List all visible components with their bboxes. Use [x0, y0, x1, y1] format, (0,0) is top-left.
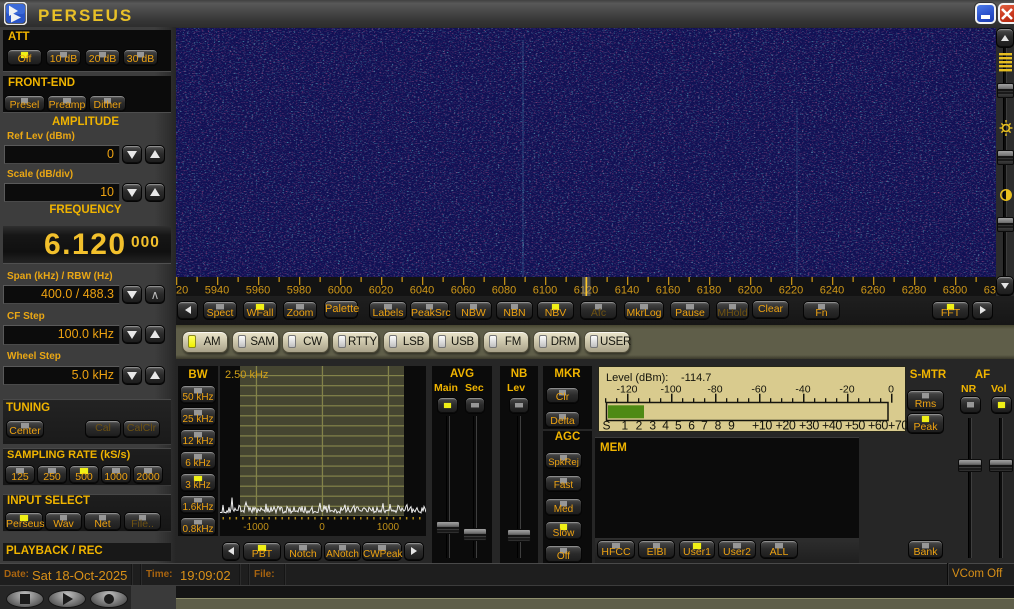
svg-text:+20: +20	[775, 419, 795, 433]
svg-text:6160: 6160	[656, 285, 680, 297]
svg-text:+10: +10	[752, 419, 772, 433]
svg-text:+30: +30	[799, 419, 819, 433]
svg-text:0: 0	[319, 522, 325, 533]
svg-text:5920: 5920	[176, 285, 188, 297]
svg-text:-1000: -1000	[243, 522, 269, 533]
svg-text:6280: 6280	[902, 285, 926, 297]
svg-text:6040: 6040	[410, 285, 434, 297]
svg-text:5960: 5960	[246, 285, 270, 297]
svg-text:-20: -20	[839, 384, 854, 396]
svg-text:+60: +60	[868, 419, 888, 433]
svg-text:1000: 1000	[377, 522, 400, 533]
svg-text:8: 8	[715, 419, 722, 433]
svg-text:+40: +40	[822, 419, 842, 433]
svg-text:+50: +50	[845, 419, 865, 433]
svg-text:3: 3	[649, 419, 656, 433]
svg-text:-60: -60	[751, 384, 766, 396]
svg-text:6100: 6100	[533, 285, 557, 297]
svg-text:6260: 6260	[861, 285, 885, 297]
svg-text:9: 9	[728, 419, 735, 433]
svg-text:6080: 6080	[492, 285, 516, 297]
svg-text:6300: 6300	[943, 285, 967, 297]
svg-text:0: 0	[888, 384, 894, 396]
svg-text:6020: 6020	[369, 285, 393, 297]
svg-text:+70: +70	[888, 419, 908, 433]
svg-text:-40: -40	[795, 384, 810, 396]
svg-text:6200: 6200	[738, 285, 762, 297]
svg-text:6220: 6220	[779, 285, 803, 297]
svg-text:6180: 6180	[697, 285, 721, 297]
svg-text:4: 4	[662, 419, 669, 433]
svg-text:6000: 6000	[328, 285, 352, 297]
svg-text:1: 1	[621, 419, 628, 433]
svg-text:-120: -120	[616, 384, 637, 396]
svg-text:6: 6	[688, 419, 695, 433]
svg-text:-100: -100	[660, 384, 681, 396]
svg-text:6060: 6060	[451, 285, 475, 297]
svg-text:6240: 6240	[820, 285, 844, 297]
svg-text:5: 5	[675, 419, 682, 433]
svg-text:S: S	[602, 419, 610, 433]
svg-text:6320: 6320	[984, 285, 996, 297]
svg-text:6140: 6140	[615, 285, 639, 297]
svg-text:-80: -80	[707, 384, 722, 396]
svg-text:2: 2	[636, 419, 643, 433]
svg-text:5940: 5940	[205, 285, 229, 297]
svg-text:5980: 5980	[287, 285, 311, 297]
svg-text:7: 7	[701, 419, 708, 433]
